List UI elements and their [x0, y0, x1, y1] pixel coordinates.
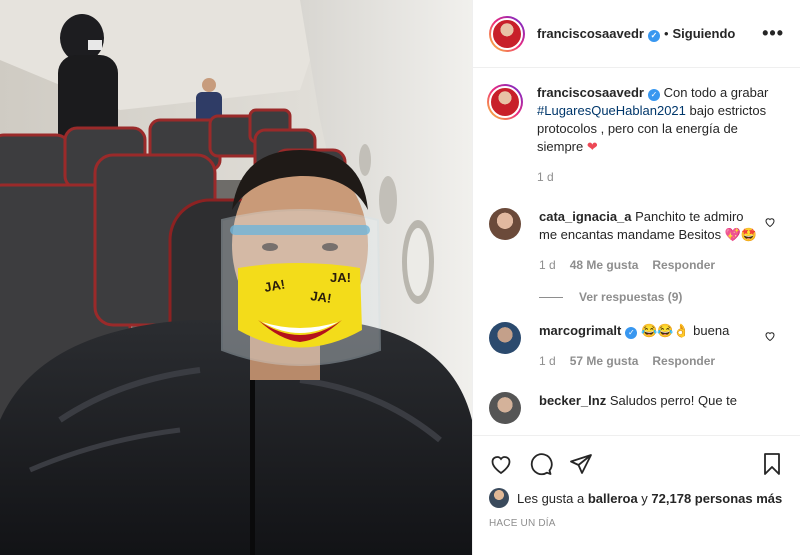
- author-username[interactable]: franciscosaavedr ✓: [537, 26, 660, 42]
- verified-icon: ✓: [625, 327, 638, 339]
- verified-icon: ✓: [647, 89, 660, 101]
- verified-icon: ✓: [647, 29, 660, 42]
- comment-avatar[interactable]: [489, 322, 521, 354]
- comment-time[interactable]: 1 d: [539, 352, 556, 370]
- comments-list[interactable]: franciscosaavedr ✓ Con todo a grabar #Lug…: [473, 68, 800, 435]
- photo-illustration: JA! JA! JA!: [0, 0, 472, 555]
- comment-item: cata_ignacia_a Panchito te admiro me enc…: [489, 208, 784, 274]
- post-panel: franciscosaavedr ✓ • Siguiendo ••• franci…: [472, 0, 800, 555]
- separator-dot: •: [663, 26, 669, 41]
- comment-avatar[interactable]: [489, 392, 521, 424]
- caption-username[interactable]: franciscosaavedr: [537, 85, 644, 100]
- caption-text: Con todo a grabar: [663, 85, 769, 100]
- share-icon[interactable]: [569, 452, 593, 476]
- reply-button[interactable]: Responder: [652, 352, 715, 370]
- comment-heart-icon[interactable]: [764, 330, 776, 342]
- bookmark-icon[interactable]: [760, 452, 784, 476]
- author-avatar[interactable]: [489, 15, 525, 52]
- caption: franciscosaavedr ✓ Con todo a grabar #Lug…: [487, 84, 784, 186]
- like-heart-icon[interactable]: [489, 452, 513, 476]
- post-header: franciscosaavedr ✓ • Siguiendo •••: [473, 0, 800, 68]
- comment-likes[interactable]: 48 Me gusta: [570, 256, 639, 274]
- comment-item: becker_lnz Saludos perro! Que te: [489, 392, 784, 424]
- comment-heart-icon[interactable]: [764, 216, 776, 228]
- caption-avatar[interactable]: [487, 84, 523, 120]
- comment-text: Saludos perro! Que te: [609, 393, 738, 408]
- mask-text: JA!: [310, 288, 333, 306]
- likes-text: Les gusta a: [517, 490, 588, 506]
- heart-emoji: ❤: [586, 139, 598, 154]
- likes-summary[interactable]: Les gusta a balleroa y 72,178 personas m…: [489, 488, 784, 508]
- liker-avatar: [489, 488, 509, 508]
- view-replies-button[interactable]: Ver respuestas (9): [539, 290, 784, 304]
- likes-text: y: [637, 490, 652, 506]
- comment-icon[interactable]: [529, 452, 553, 476]
- post-dialog: JA! JA! JA! franciscosaavedr ✓ • Siguiend…: [0, 0, 800, 555]
- comment-avatar[interactable]: [489, 208, 521, 240]
- comment-username[interactable]: cata_ignacia_a: [539, 209, 632, 224]
- comment-item: marcogrimalt ✓ 😂😂👌 buena 1 d 57 Me gusta …: [489, 322, 784, 370]
- mask-text: JA!: [330, 270, 351, 285]
- liker-username[interactable]: balleroa: [588, 491, 638, 506]
- post-actions: Les gusta a balleroa y 72,178 personas m…: [473, 435, 800, 555]
- comment-likes[interactable]: 57 Me gusta: [570, 352, 639, 370]
- more-icon[interactable]: •••: [762, 23, 784, 44]
- caption-hashtag[interactable]: #LugaresQueHablan2021: [537, 103, 686, 118]
- comment-text: 😂😂👌 buena: [641, 323, 730, 338]
- likes-count[interactable]: 72,178 personas más: [651, 491, 782, 506]
- comment-username[interactable]: marcogrimalt: [539, 323, 621, 338]
- comment-time[interactable]: 1 d: [539, 256, 556, 274]
- post-date[interactable]: HACE UN DÍA: [489, 518, 784, 529]
- caption-time[interactable]: 1 d: [537, 168, 554, 186]
- comment-username[interactable]: becker_lnz: [539, 393, 606, 408]
- reply-button[interactable]: Responder: [652, 256, 715, 274]
- following-button[interactable]: Siguiendo: [673, 26, 736, 41]
- post-photo[interactable]: JA! JA! JA!: [0, 0, 472, 555]
